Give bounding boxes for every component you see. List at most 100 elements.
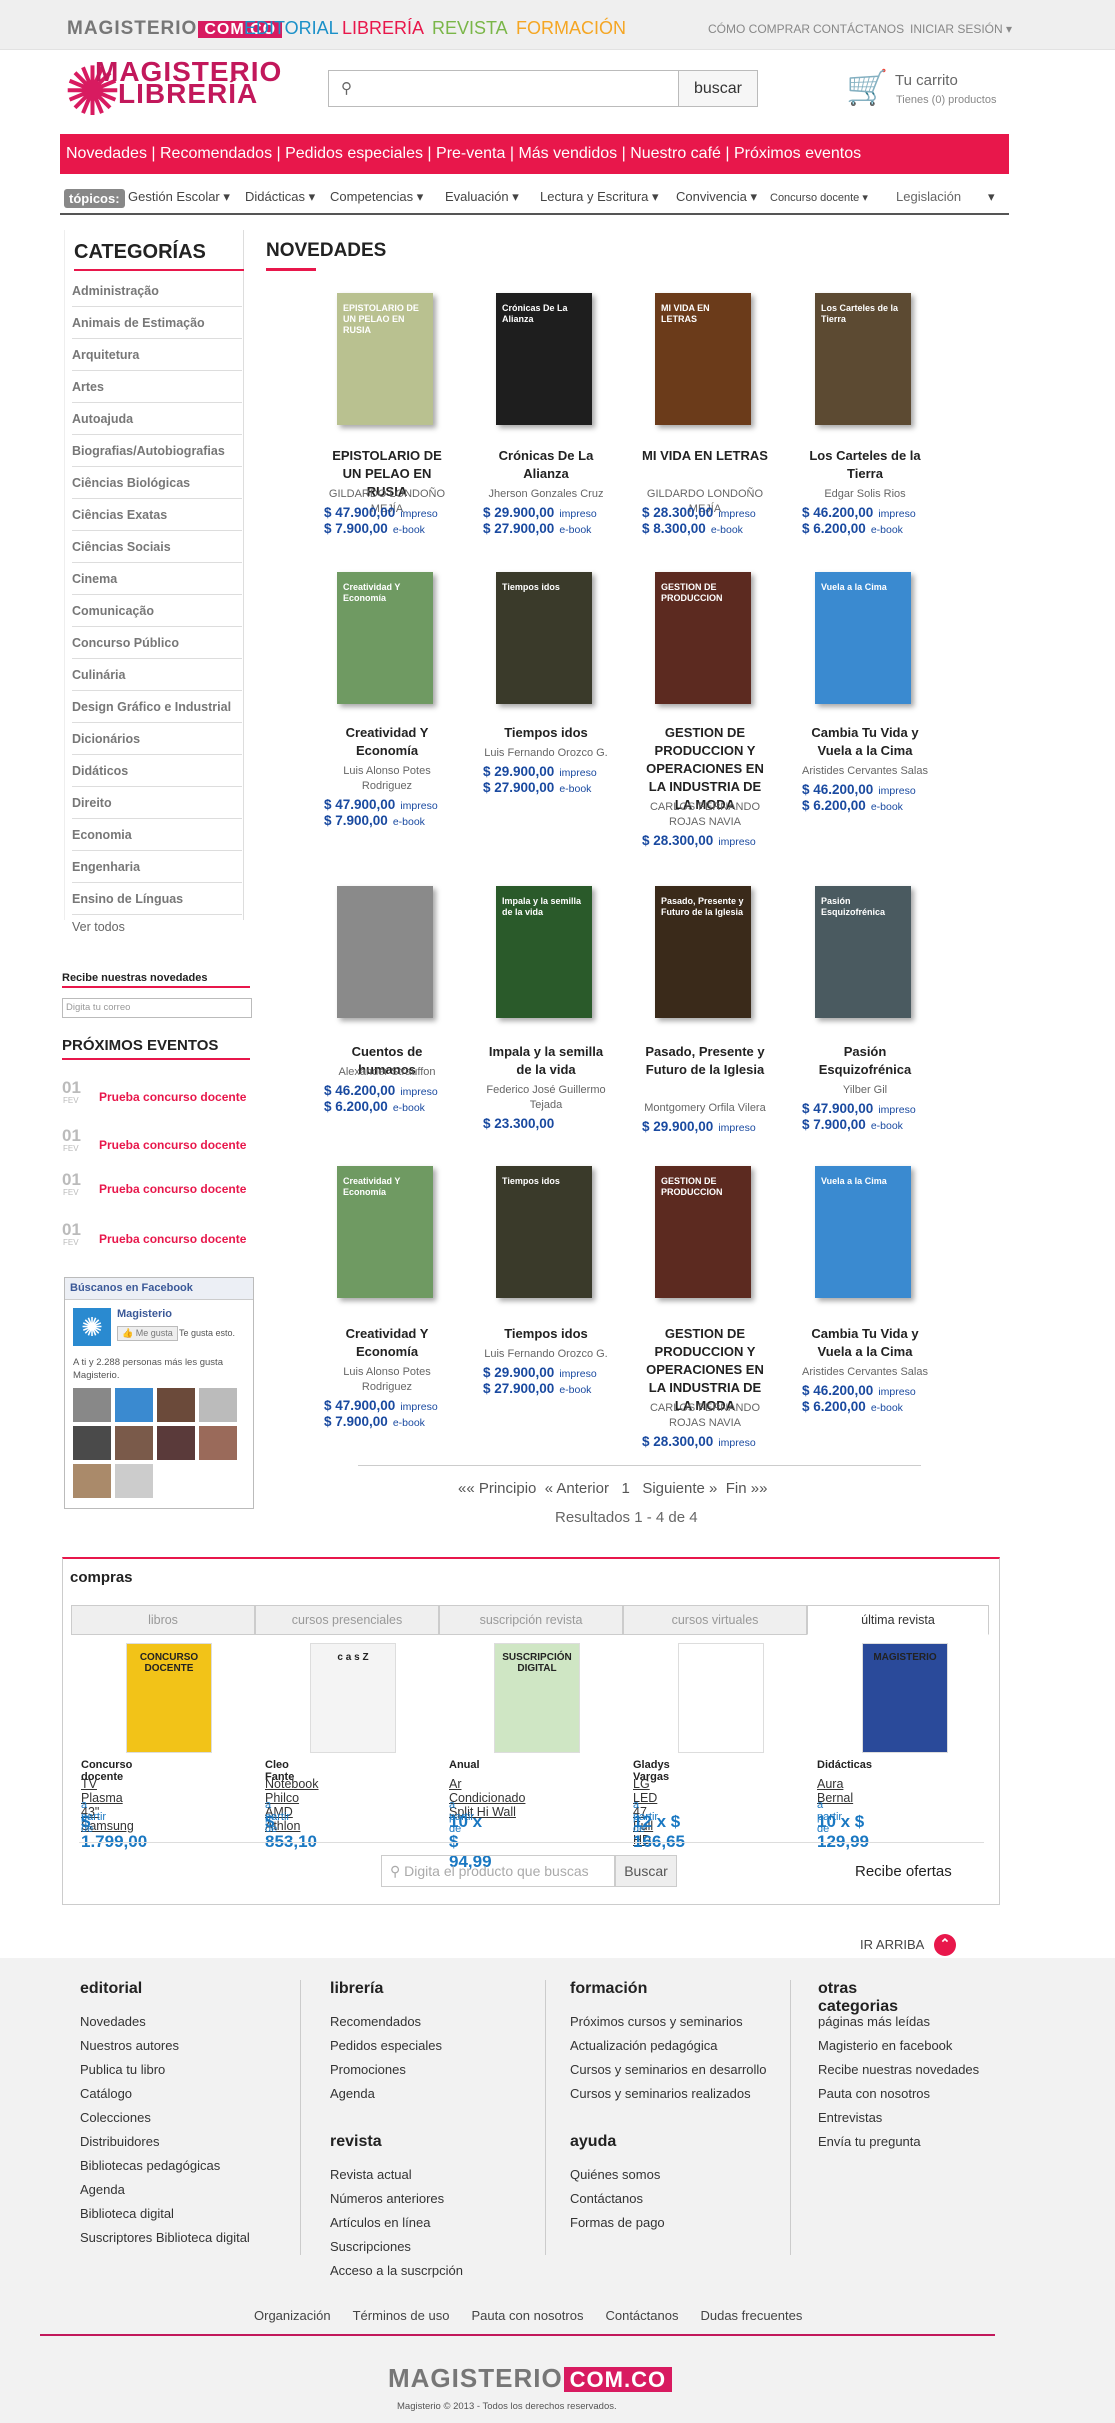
footer-link[interactable]: Envía tu pregunta — [818, 2130, 921, 2154]
link-contactanos[interactable]: CONTÁCTANOS — [813, 22, 904, 36]
book-title[interactable]: Cambia Tu Vida y Vuela a la Cima — [800, 724, 930, 760]
book-title[interactable]: Creatividad Y Economía — [322, 1325, 452, 1361]
book-cover[interactable]: MI VIDA EN LETRAS — [655, 293, 751, 425]
book-cover[interactable]: EPISTOLARIO DE UN PELAO EN RUSIA — [337, 293, 433, 425]
tab-cursos-virtuales[interactable]: cursos virtuales — [623, 1605, 807, 1635]
product-thumbnail[interactable] — [678, 1643, 764, 1753]
footer-link[interactable]: Recomendados — [330, 2010, 421, 2034]
book-cover[interactable]: GESTION DE PRODUCCION — [655, 572, 751, 704]
link-como-comprar[interactable]: CÓMO COMPRAR — [708, 22, 810, 36]
pager-prev[interactable]: « Anterior — [545, 1480, 609, 1497]
footer-link[interactable]: Promociones — [330, 2058, 406, 2082]
sidebar-category[interactable]: Comunicação — [72, 596, 242, 627]
book-title[interactable]: Pasado, Presente y Futuro de la Iglesia — [640, 1043, 770, 1079]
product-thumbnail[interactable]: SUSCRIPCIÓN DIGITAL — [494, 1643, 580, 1753]
footer-link[interactable]: Artículos en línea — [330, 2211, 430, 2235]
footer-link[interactable]: Quiénes somos — [570, 2163, 660, 2187]
tab-suscripcion-revista[interactable]: suscripción revista — [439, 1605, 623, 1635]
nav-revista[interactable]: REVISTA — [432, 18, 508, 39]
avatar[interactable] — [157, 1388, 195, 1422]
event-title[interactable]: Prueba concurso docente — [99, 1182, 246, 1196]
book-title[interactable]: MI VIDA EN LETRAS — [640, 447, 770, 465]
pager-page[interactable]: 1 — [621, 1480, 629, 1497]
tab-libros[interactable]: libros — [71, 1605, 255, 1635]
book-title[interactable]: Creatividad Y Economía — [322, 724, 452, 760]
book-title[interactable]: Tiempos idos — [481, 724, 611, 742]
sidebar-category[interactable]: Direito — [72, 788, 242, 819]
footer-link[interactable]: Nuestros autores — [80, 2034, 179, 2058]
footer-link[interactable]: Catálogo — [80, 2082, 132, 2106]
product-price[interactable]: $ 1.799,00 — [81, 1812, 147, 1852]
nav-formacion[interactable]: FORMACIÓN — [516, 18, 626, 39]
topic-concurso-docente[interactable]: Concurso docente ▾ — [770, 191, 868, 204]
pager-next[interactable]: Siguiente » — [642, 1480, 717, 1497]
sidebar-category[interactable]: Dicionários — [72, 724, 242, 755]
book-title[interactable]: Crónicas De La Alianza — [481, 447, 611, 483]
sidebar-category[interactable]: Economia — [72, 820, 242, 851]
footer-link[interactable]: Próximos cursos y seminarios — [570, 2010, 743, 2034]
sidebar-category[interactable]: Arquitetura — [72, 340, 242, 371]
book-cover[interactable]: Pasión Esquizofrénica — [815, 886, 911, 1018]
avatar[interactable] — [115, 1388, 153, 1422]
footer-link[interactable]: Distribuidores — [80, 2130, 159, 2154]
event-title[interactable]: Prueba concurso docente — [99, 1232, 246, 1246]
book-title[interactable]: Pasión Esquizofrénica — [800, 1043, 930, 1079]
topic-evaluacion[interactable]: Evaluación ▾ — [445, 189, 519, 205]
sidebar-category[interactable]: Design Gráfico e Industrial — [72, 692, 242, 723]
book-cover[interactable]: Vuela a la Cima — [815, 572, 911, 704]
topic-legislacion[interactable]: Legislación — [896, 189, 961, 204]
footer-link[interactable]: Publica tu libro — [80, 2058, 165, 2082]
product-price[interactable]: $ 853,10 — [265, 1812, 317, 1852]
book-cover[interactable]: Impala y la semilla de la vida — [496, 886, 592, 1018]
compras-search-input[interactable]: ⚲ Digita el producto que buscas — [381, 1855, 615, 1887]
event-title[interactable]: Prueba concurso docente — [99, 1138, 246, 1152]
footer-link[interactable]: Números anteriores — [330, 2187, 444, 2211]
product-price[interactable]: 10 x $ 129,99 — [817, 1812, 869, 1852]
nav-editorial[interactable]: EDITORIAL — [244, 18, 339, 39]
book-cover[interactable] — [337, 886, 433, 1018]
book-cover[interactable]: Vuela a la Cima — [815, 1166, 911, 1298]
book-cover[interactable]: Tiempos idos — [496, 1166, 592, 1298]
tab-ultima-revista[interactable]: última revista — [807, 1605, 989, 1635]
footer-bottom-link[interactable]: Organización — [254, 2308, 331, 2323]
sidebar-category[interactable]: Concurso Público — [72, 628, 242, 659]
product-thumbnail[interactable]: CONCURSO DOCENTE — [126, 1643, 212, 1753]
facebook-page-name[interactable]: Magisterio — [117, 1308, 172, 1320]
book-cover[interactable]: Los Carteles de la Tierra — [815, 293, 911, 425]
topic-convivencia[interactable]: Convivencia ▾ — [676, 189, 757, 205]
sidebar-category[interactable]: Cinema — [72, 564, 242, 595]
search-button[interactable]: buscar — [678, 70, 758, 107]
pager-last[interactable]: Fin »» — [726, 1480, 768, 1497]
book-cover[interactable]: GESTION DE PRODUCCION — [655, 1166, 751, 1298]
topic-gestion-escolar[interactable]: Gestión Escolar ▾ — [128, 189, 230, 205]
chevron-down-icon[interactable]: ▾ — [988, 189, 995, 205]
avatar[interactable] — [73, 1464, 111, 1498]
book-title[interactable]: Tiempos idos — [481, 1325, 611, 1343]
sidebar-category[interactable]: Artes — [72, 372, 242, 403]
topic-competencias[interactable]: Competencias ▾ — [330, 189, 423, 205]
footer-bottom-link[interactable]: Pauta con nosotros — [471, 2308, 583, 2323]
footer-link[interactable]: Magisterio en facebook — [818, 2034, 952, 2058]
main-menu-bar[interactable]: Novedades | Recomendados | Pedidos espec… — [60, 134, 1009, 174]
book-cover[interactable]: Creatividad Y Economía — [337, 572, 433, 704]
avatar[interactable] — [199, 1388, 237, 1422]
footer-link[interactable]: Biblioteca digital — [80, 2202, 174, 2226]
product-thumbnail[interactable]: MAGISTERIO — [862, 1643, 948, 1753]
footer-link[interactable]: Pauta con nosotros — [818, 2082, 930, 2106]
sidebar-category[interactable]: Engenharia — [72, 852, 242, 883]
footer-brand-logo[interactable]: MAGISTERIO COM.CO — [388, 2363, 673, 2394]
footer-link[interactable]: Actualización pedagógica — [570, 2034, 717, 2058]
cart-icon[interactable]: 🛒 — [846, 68, 888, 108]
arrow-up-icon[interactable]: ⌃ — [934, 1934, 956, 1956]
tab-cursos-presenciales[interactable]: cursos presenciales — [255, 1605, 439, 1635]
footer-link[interactable]: Acceso a la suscrpción — [330, 2259, 463, 2283]
footer-link[interactable]: Contáctanos — [570, 2187, 643, 2211]
footer-link[interactable]: Pedidos especiales — [330, 2034, 442, 2058]
footer-link[interactable]: Bibliotecas pedagógicas — [80, 2154, 220, 2178]
search-input[interactable]: ⚲ — [328, 70, 679, 107]
footer-link[interactable]: Revista actual — [330, 2163, 412, 2187]
ir-arriba-link[interactable]: IR ARRIBA — [860, 1937, 924, 1952]
sidebar-category[interactable]: Animais de Estimação — [72, 308, 242, 339]
footer-link[interactable]: páginas más leídas — [818, 2010, 930, 2034]
sidebar-category[interactable]: Ciências Biológicas — [72, 468, 242, 499]
